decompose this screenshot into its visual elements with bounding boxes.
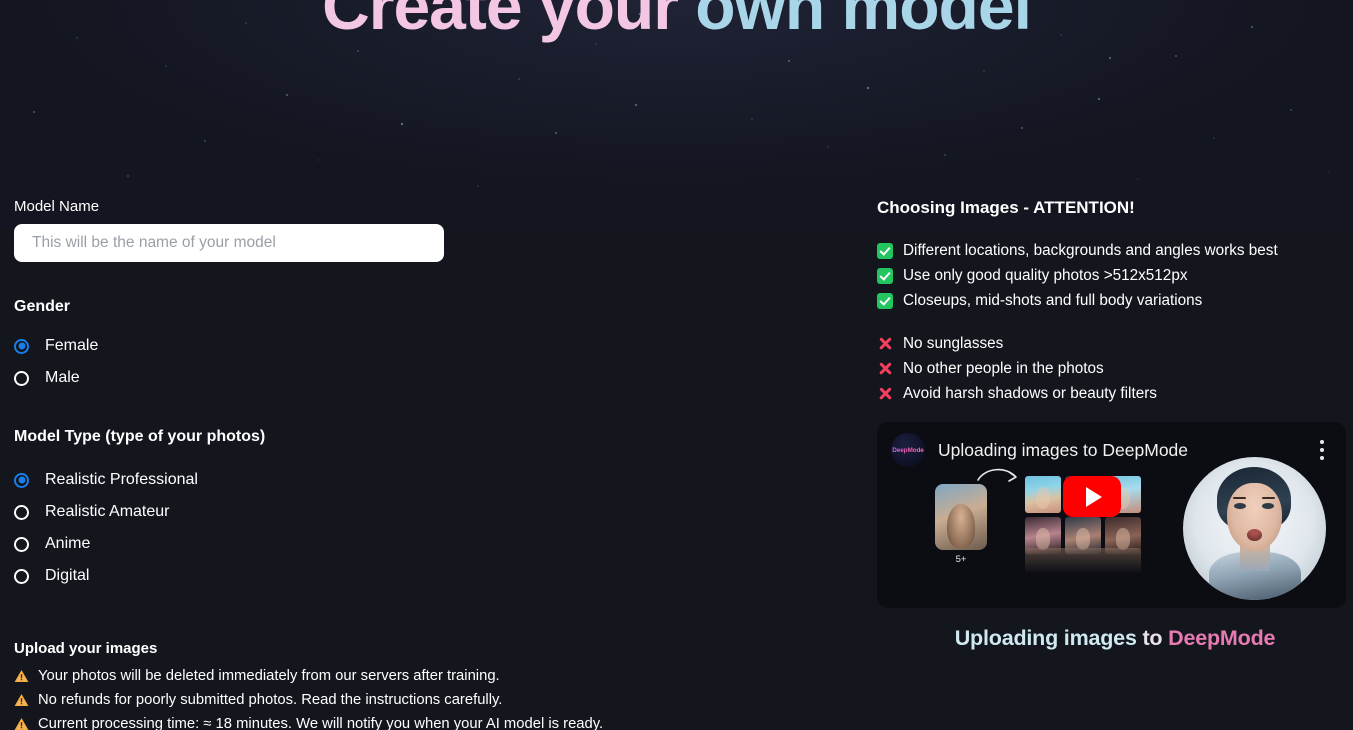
gender-heading: Gender [14,298,71,315]
warning-icon [14,694,29,706]
upload-warning-text: No refunds for poorly submitted photos. … [38,692,503,708]
grid-photo [1025,476,1061,513]
guideline-dont-text: No other people in the photos [903,359,1104,377]
channel-avatar-label: DeepMode [892,446,924,454]
check-icon [877,267,893,284]
gender-option-female-label: Female [45,337,99,354]
check-icon [877,242,893,259]
channel-avatar[interactable]: DeepMode [891,433,925,467]
upload-heading: Upload your images [14,640,158,657]
upload-section: Upload your images Your photos will be d… [14,640,854,730]
model-name-input[interactable] [14,224,444,262]
video-caption-part-two: to [1136,626,1169,650]
kebab-dot [1320,456,1324,460]
model-type-option-anime[interactable]: Anime [14,528,854,560]
kebab-menu-icon[interactable] [1312,437,1332,463]
kebab-dot [1320,448,1324,452]
upload-warning-text: Current processing time: ≈ 18 minutes. W… [38,716,604,730]
guidelines-divider [877,313,1353,331]
guideline-do-text: Closeups, mid-shots and full body variat… [903,291,1203,309]
radio-icon-female[interactable] [14,338,29,354]
upload-warning-row: Current processing time: ≈ 18 minutes. W… [14,712,854,730]
model-type-option-digital-label: Digital [45,567,90,584]
radio-icon-digital[interactable] [14,568,29,584]
gender-option-male-label: Male [45,369,80,386]
photo-count-badge: 5+ [955,554,967,565]
guideline-do-item: Different locations, backgrounds and ang… [877,238,1353,263]
video-caption: Uploading images to DeepMode [877,626,1353,651]
guideline-dont-text: No sunglasses [903,334,1004,352]
video-player[interactable]: 5+ DeepMode Uploading images to DeepMode [877,422,1346,608]
guideline-dont-item: Avoid harsh shadows or beauty filters [877,381,1353,406]
guidelines-panel: Choosing Images - ATTENTION! Different l… [877,198,1353,651]
portrait-eye-right [1262,503,1274,509]
model-name-label: Model Name [14,198,100,215]
video-caption-part-one: Uploading images [954,626,1137,650]
model-type-option-realistic-amateur[interactable]: Realistic Amateur [14,496,854,528]
radio-icon-anime[interactable] [14,536,29,552]
cross-icon [877,361,893,377]
page-title-part-one: Create your [322,0,679,43]
model-type-option-anime-label: Anime [45,535,91,552]
radio-icon-realistic-amateur[interactable] [14,504,29,520]
model-type-option-realistic-amateur-label: Realistic Amateur [45,503,170,520]
check-icon [877,292,893,309]
page-title-part-two: own model [677,0,1032,43]
guideline-dont-text: Avoid harsh shadows or beauty filters [903,384,1157,402]
guideline-do-item: Closeups, mid-shots and full body variat… [877,288,1353,313]
page-title: Create your own model [0,0,1353,41]
model-type-heading: Model Type (type of your photos) [14,428,266,445]
guideline-dont-item: No other people in the photos [877,356,1353,381]
guideline-do-item: Use only good quality photos >512x512px [877,263,1353,288]
source-photo-thumbnail [935,484,987,550]
cross-icon [877,336,893,352]
gender-option-male[interactable]: Male [14,362,854,394]
guidelines-title: Choosing Images - ATTENTION! [877,198,1135,217]
warning-icon [14,670,29,682]
video-header: DeepMode Uploading images to DeepMode [877,422,1346,478]
portrait-mouth [1247,529,1262,541]
portrait-eye-left [1234,503,1246,509]
guideline-do-text: Different locations, backgrounds and ang… [903,241,1278,259]
ai-model-portrait [1183,457,1326,600]
model-type-option-realistic-professional[interactable]: Realistic Professional [14,464,854,496]
model-form: Model Name Gender Female Male Model Type… [14,198,854,730]
model-type-option-realistic-professional-label: Realistic Professional [45,471,198,488]
upload-warning-row: No refunds for poorly submitted photos. … [14,688,854,712]
youtube-play-icon[interactable] [1063,476,1121,517]
kebab-dot [1320,440,1324,444]
cross-icon [877,386,893,402]
video-caption-part-three: DeepMode [1168,626,1276,650]
gender-option-female[interactable]: Female [14,330,854,362]
warning-icon [14,718,29,730]
guideline-dont-item: No sunglasses [877,331,1353,356]
guideline-do-text: Use only good quality photos >512x512px [903,266,1188,284]
create-model-page: Create your own model Model Name Gender … [0,0,1353,730]
photo-grid-fade [1025,548,1141,574]
upload-warning-row: Your photos will be deleted immediately … [14,664,854,688]
upload-warning-text: Your photos will be deleted immediately … [38,668,500,684]
video-title[interactable]: Uploading images to DeepMode [938,440,1312,461]
radio-icon-realistic-professional[interactable] [14,472,29,488]
radio-icon-male[interactable] [14,370,29,386]
model-type-option-digital[interactable]: Digital [14,560,854,592]
